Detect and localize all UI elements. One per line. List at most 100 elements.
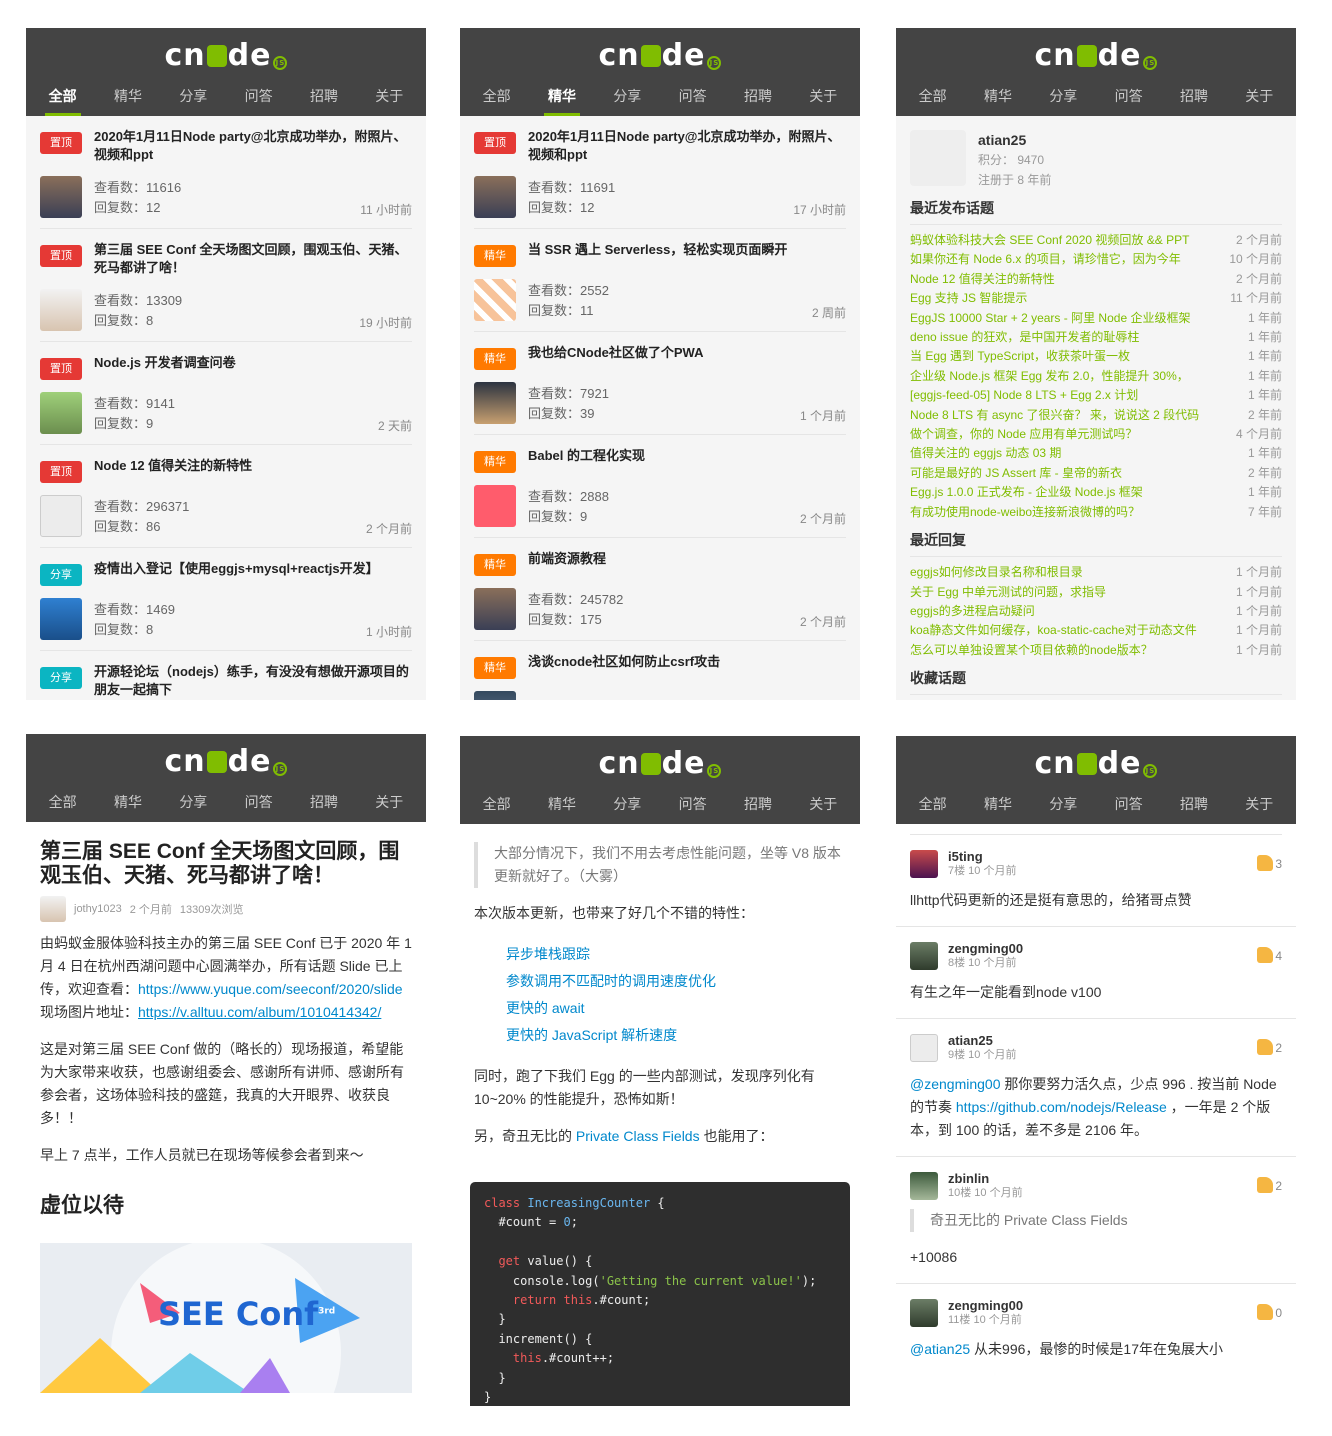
cnode-logo[interactable]: cn de JS	[896, 38, 1296, 73]
topic-title[interactable]: 第三届 SEE Conf 全天场图文回顾，围观玉伯、天猪、死马都讲了啥！	[94, 241, 412, 277]
author-name[interactable]: jothy1023	[74, 903, 122, 915]
list-item[interactable]: 精华 我也给CNode社区做了个PWA 查看数：7921 回复数：39 1 个月前	[474, 332, 846, 435]
topic-title[interactable]: Babel 的工程化实现	[528, 447, 645, 465]
list-item[interactable]: 精华 前端资源教程 查看数：245782 回复数：175 2 个月前	[474, 538, 846, 641]
reply-author[interactable]: zengming00	[948, 941, 1023, 956]
mention-link[interactable]: @atian25	[910, 1341, 970, 1357]
tab-all[interactable]: 全部	[35, 76, 91, 116]
topic-title[interactable]: Node 12 值得关注的新特性	[94, 457, 252, 475]
feature-link[interactable]: 异步堆栈跟踪	[506, 941, 846, 968]
reply-author[interactable]: atian25	[948, 1033, 1016, 1048]
private-class-fields-link[interactable]: Private Class Fields	[576, 1128, 700, 1144]
avatar[interactable]	[40, 289, 82, 331]
list-item[interactable]: 当 Egg 遇到 TypeScript，收获茶叶蛋一枚 1 年前	[910, 347, 1282, 366]
slide-link[interactable]: https://www.yuque.com/seeconf/2020/slide	[138, 981, 403, 997]
tab-job[interactable]: 招聘	[1166, 76, 1222, 116]
list-item[interactable]: 置顶 第三届 SEE Conf 全天场图文回顾，围观玉伯、天猪、死马都讲了啥！ 查…	[40, 229, 412, 342]
topic-title[interactable]: 浅谈cnode社区如何防止csrf攻击	[528, 653, 720, 671]
topic-title[interactable]: 疫情出入登记【使用eggjs+mysql+reactjs开发】	[94, 560, 379, 578]
feature-link[interactable]: 参数调用不匹配时的调用速度优化	[506, 968, 846, 995]
like-button[interactable]: 2	[1257, 1039, 1282, 1055]
tab-ask[interactable]: 问答	[231, 782, 287, 822]
topic-title[interactable]: 我也给CNode社区做了个PWA	[528, 344, 704, 362]
tab-about[interactable]: 关于	[1231, 76, 1287, 116]
cnode-logo[interactable]: cn de JS	[460, 38, 860, 73]
feature-link[interactable]: 更快的 JavaScript 解析速度	[506, 1022, 846, 1049]
list-item[interactable]: deno issue 的狂欢，是中国开发者的耻辱柱 1 年前	[910, 328, 1282, 347]
tab-share[interactable]: 分享	[1035, 784, 1091, 824]
list-item[interactable]: 有成功使用node-weibo连接新浪微博的吗？ 7 年前	[910, 503, 1282, 522]
like-button[interactable]: 3	[1257, 855, 1282, 871]
reply-author[interactable]: i5ting	[948, 849, 1016, 864]
author-avatar[interactable]	[40, 896, 66, 922]
reply-author[interactable]: zengming00	[948, 1298, 1023, 1313]
list-item[interactable]: 置顶 2020年1月11日Node party@北京成功举办，附照片、视频和ppt…	[474, 116, 846, 229]
list-item[interactable]: 如果你还有 Node 6.x 的项目，请珍惜它，因为今年 10 个月前	[910, 250, 1282, 269]
list-item[interactable]: 分享 开源轻论坛（nodejs）练手，有没没有想做开源项目的朋友一起搞下	[40, 651, 412, 700]
avatar[interactable]	[40, 598, 82, 640]
list-item[interactable]: 分享 疫情出入登记【使用eggjs+mysql+reactjs开发】 查看数：14…	[40, 548, 412, 651]
tab-job[interactable]: 招聘	[296, 782, 352, 822]
reply-avatar[interactable]	[910, 850, 938, 878]
reply-author[interactable]: zbinlin	[948, 1171, 1023, 1186]
topic-title[interactable]: 开源轻论坛（nodejs）练手，有没没有想做开源项目的朋友一起搞下	[94, 663, 412, 699]
avatar[interactable]	[474, 176, 516, 218]
list-item[interactable]: EggJS 10000 Star + 2 years - 阿里 Node 企业级…	[910, 309, 1282, 328]
tab-about[interactable]: 关于	[361, 782, 417, 822]
list-item[interactable]: 精华当 SSR 遇上 Serverless，轻松实现页面瞬开 查看数：2552 回…	[474, 229, 846, 332]
list-item[interactable]: Node 8 LTS 有 async 了很兴奋？ 来，说说这 2 段代码 2 年前	[910, 406, 1282, 425]
list-item[interactable]: 可能是最好的 JS Assert 库 - 皇帝的新衣 2 年前	[910, 464, 1282, 483]
tab-about[interactable]: 关于	[795, 76, 851, 116]
list-item[interactable]: 蚂蚁体验科技大会 SEE Conf 2020 视频回放 && PPT 2 个月前	[910, 231, 1282, 250]
avatar[interactable]	[40, 495, 82, 537]
tab-job[interactable]: 招聘	[1166, 784, 1222, 824]
avatar[interactable]	[474, 485, 516, 527]
album-link[interactable]: https://v.alltuu.com/album/1010414342/	[138, 1004, 381, 1020]
tab-good[interactable]: 精华	[534, 784, 590, 824]
tab-about[interactable]: 关于	[1231, 784, 1287, 824]
tab-share[interactable]: 分享	[1035, 76, 1091, 116]
reply-avatar[interactable]	[910, 1172, 938, 1200]
list-item[interactable]: [eggjs-feed-05] Node 8 LTS + Egg 2.x 计划 1…	[910, 386, 1282, 405]
avatar[interactable]	[40, 176, 82, 218]
tab-job[interactable]: 招聘	[730, 784, 786, 824]
avatar[interactable]	[40, 392, 82, 434]
list-item[interactable]: Node 12 值得关注的新特性 2 个月前	[910, 270, 1282, 289]
mention-link[interactable]: @zengming00	[910, 1076, 1001, 1092]
tab-ask[interactable]: 问答	[1101, 784, 1157, 824]
list-item[interactable]: 怎么可以单独设置某个项目依赖的node版本？ 1 个月前	[910, 641, 1282, 660]
cnode-logo[interactable]: cn de JS	[896, 746, 1296, 781]
avatar[interactable]	[474, 588, 516, 630]
tab-share[interactable]: 分享	[165, 782, 221, 822]
release-link[interactable]: https://github.com/nodejs/Release	[956, 1099, 1167, 1115]
topic-title[interactable]: 2020年1月11日Node party@北京成功举办，附照片、视频和ppt	[94, 128, 412, 164]
avatar[interactable]	[474, 279, 516, 321]
list-item[interactable]: 精华浅谈cnode社区如何防止csrf攻击 查看数：19602	[474, 641, 846, 700]
list-item[interactable]: 值得关注的 eggjs 动态 03 期1 年前	[910, 444, 1282, 463]
list-item[interactable]: 置顶 2020年1月11日Node party@北京成功举办，附照片、视频和ppt…	[40, 116, 412, 229]
tab-all[interactable]: 全部	[905, 784, 961, 824]
tab-ask[interactable]: 问答	[665, 784, 721, 824]
tab-about[interactable]: 关于	[361, 76, 417, 116]
tab-good[interactable]: 精华	[970, 784, 1026, 824]
cnode-logo[interactable]: cn de JS	[460, 746, 860, 781]
list-item[interactable]: koa静态文件如何缓存，koa-static-cache对于动态文件 1 个月前	[910, 621, 1282, 640]
list-item[interactable]: eggjs的多进程启动疑问 1 个月前	[910, 602, 1282, 621]
like-button[interactable]: 4	[1257, 947, 1282, 963]
reply-avatar[interactable]	[910, 1034, 938, 1062]
tab-ask[interactable]: 问答	[1101, 76, 1157, 116]
list-item[interactable]: eggjs如何修改目录名称和根目录 1 个月前	[910, 563, 1282, 582]
tab-all[interactable]: 全部	[469, 76, 525, 116]
tab-good[interactable]: 精华	[100, 782, 156, 822]
tab-ask[interactable]: 问答	[665, 76, 721, 116]
like-button[interactable]: 0	[1257, 1304, 1282, 1320]
cnode-logo[interactable]: cn de JS	[26, 38, 426, 73]
tab-good[interactable]: 精华	[534, 76, 590, 116]
list-item[interactable]: 关于 Egg 中单元测试的问题，求指导 1 个月前	[910, 583, 1282, 602]
tab-good[interactable]: 精华	[100, 76, 156, 116]
tab-job[interactable]: 招聘	[730, 76, 786, 116]
list-item[interactable]: 做个调查，你的 Node 应用有单元测试吗？ 4 个月前	[910, 425, 1282, 444]
list-item[interactable]: 置顶 Node 12 值得关注的新特性 查看数：296371 回复数：86 2 个月…	[40, 445, 412, 548]
topic-title[interactable]: 2020年1月11日Node party@北京成功举办，附照片、视频和ppt	[528, 128, 846, 164]
feature-link[interactable]: 更快的 await	[506, 995, 846, 1022]
